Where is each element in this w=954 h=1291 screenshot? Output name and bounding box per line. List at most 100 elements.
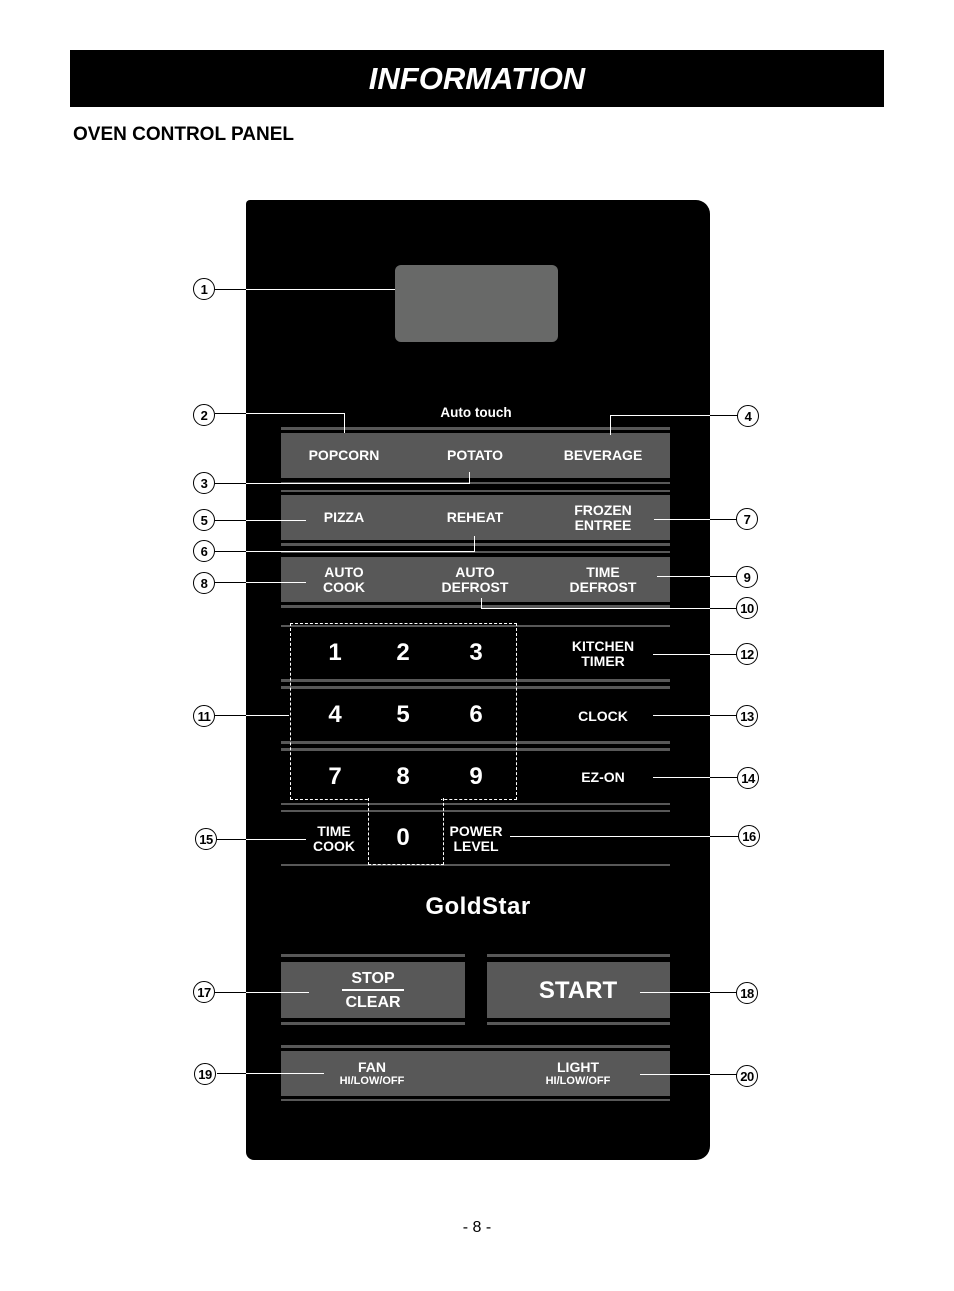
time-defrost-label-line1: TIME	[586, 563, 620, 580]
digit-label: 0	[396, 824, 410, 851]
digit-label: 9	[469, 763, 483, 790]
leader-line	[344, 413, 346, 433]
leader-line	[710, 415, 738, 417]
leader-line	[215, 715, 246, 717]
callout-15: 15	[195, 828, 217, 850]
fan-label: FAN	[358, 1058, 386, 1075]
digit-label: 4	[328, 701, 342, 728]
stop-label: STOP	[351, 969, 395, 987]
auto-cook-button[interactable]: AUTO COOK	[285, 557, 403, 602]
leader-line	[710, 715, 737, 717]
frozen-entree-button[interactable]: FROZEN ENTREE	[544, 495, 662, 540]
reheat-button[interactable]: REHEAT	[416, 495, 534, 540]
auto-defrost-label-line2: DEFROST	[441, 578, 509, 595]
leader-line	[653, 654, 710, 656]
leader-line	[710, 576, 737, 578]
leader-line	[246, 582, 306, 584]
leader-line	[481, 608, 710, 610]
time-cook-button[interactable]: TIME COOK	[298, 818, 370, 860]
light-button[interactable]: LIGHT HI/LOW/OFF	[518, 1051, 638, 1096]
leader-line	[710, 836, 739, 838]
kitchen-timer-button[interactable]: KITCHEN TIMER	[544, 633, 662, 675]
stop-clear-divider	[342, 988, 404, 991]
stripe	[281, 954, 465, 957]
digit-label: 8	[396, 763, 410, 790]
stripe	[281, 1022, 465, 1025]
time-defrost-button[interactable]: TIME DEFROST	[544, 557, 662, 602]
pizza-button[interactable]: PIZZA	[285, 495, 403, 540]
reheat-label: REHEAT	[446, 509, 504, 525]
auto-touch-label: Auto touch	[440, 405, 512, 420]
time-defrost-label-line2: DEFROST	[569, 578, 637, 595]
brand-logo: GoldStar	[425, 893, 531, 920]
power-level-button[interactable]: POWER LEVEL	[442, 818, 510, 860]
callout-2: 2	[193, 404, 215, 426]
power-level-label-line2: LEVEL	[453, 838, 499, 854]
leader-line	[710, 654, 737, 656]
callout-12: 12	[736, 643, 758, 665]
number-key-7[interactable]: 7	[310, 757, 360, 797]
stripe	[281, 803, 670, 805]
number-key-6[interactable]: 6	[451, 695, 501, 735]
digit-label: 3	[469, 639, 483, 666]
callout-4: 4	[737, 405, 759, 427]
ez-on-button[interactable]: EZ-ON	[544, 757, 662, 797]
clear-label: CLEAR	[345, 993, 401, 1011]
number-key-1[interactable]: 1	[310, 633, 360, 673]
leader-line	[215, 520, 246, 522]
leader-line	[215, 289, 246, 291]
number-key-8[interactable]: 8	[378, 757, 428, 797]
leader-line	[710, 1074, 737, 1076]
stripe	[281, 490, 670, 492]
number-key-9[interactable]: 9	[451, 757, 501, 797]
leader-line	[217, 1073, 246, 1075]
fan-button[interactable]: FAN HI/LOW/OFF	[312, 1051, 432, 1096]
beverage-button[interactable]: BEVERAGE	[544, 433, 662, 478]
header-bar: INFORMATION	[70, 50, 884, 107]
callout-8: 8	[193, 572, 215, 594]
start-button[interactable]: START	[498, 962, 658, 1018]
number-key-2[interactable]: 2	[378, 633, 428, 673]
potato-label: POTATO	[447, 447, 503, 463]
leader-line	[710, 608, 736, 610]
time-cook-label-line2: COOK	[313, 838, 355, 854]
leader-line	[653, 715, 710, 717]
power-level-label-line1: POWER	[449, 823, 503, 839]
popcorn-button[interactable]: POPCORN	[285, 433, 403, 478]
number-key-5[interactable]: 5	[378, 695, 428, 735]
callout-18: 18	[736, 982, 758, 1004]
callout-19: 19	[194, 1063, 216, 1085]
ez-on-label: EZ-ON	[581, 768, 625, 785]
leader-line	[653, 777, 710, 779]
leader-line	[610, 415, 612, 435]
leader-line	[710, 519, 737, 521]
stripe	[487, 1022, 670, 1025]
beverage-label: BEVERAGE	[563, 447, 643, 463]
clock-button[interactable]: CLOCK	[544, 695, 662, 737]
stripe	[281, 427, 670, 430]
number-key-0[interactable]: 0	[378, 818, 428, 858]
number-key-4[interactable]: 4	[310, 695, 360, 735]
digit-label: 7	[328, 763, 342, 790]
callout-13: 13	[736, 705, 758, 727]
stop-clear-button[interactable]: STOP CLEAR	[281, 962, 465, 1018]
leader-line	[246, 289, 395, 291]
stripe	[281, 810, 670, 812]
digit-label: 5	[396, 701, 410, 728]
pizza-label: PIZZA	[323, 509, 365, 525]
page-number: - 8 -	[462, 1219, 492, 1236]
number-key-3[interactable]: 3	[451, 633, 501, 673]
auto-defrost-button[interactable]: AUTO DEFROST	[416, 557, 534, 602]
callout-17: 17	[193, 981, 215, 1003]
section-title: OVEN CONTROL PANEL	[73, 124, 294, 145]
leader-line	[640, 1074, 710, 1076]
digit-label: 1	[328, 639, 342, 666]
callout-20: 20	[736, 1065, 758, 1087]
potato-button[interactable]: POTATO	[416, 433, 534, 478]
leader-line	[246, 992, 309, 994]
leader-line	[654, 519, 710, 521]
callout-11: 11	[193, 705, 215, 727]
leader-line	[710, 777, 737, 779]
leader-line	[246, 551, 475, 553]
callout-14: 14	[737, 767, 759, 789]
